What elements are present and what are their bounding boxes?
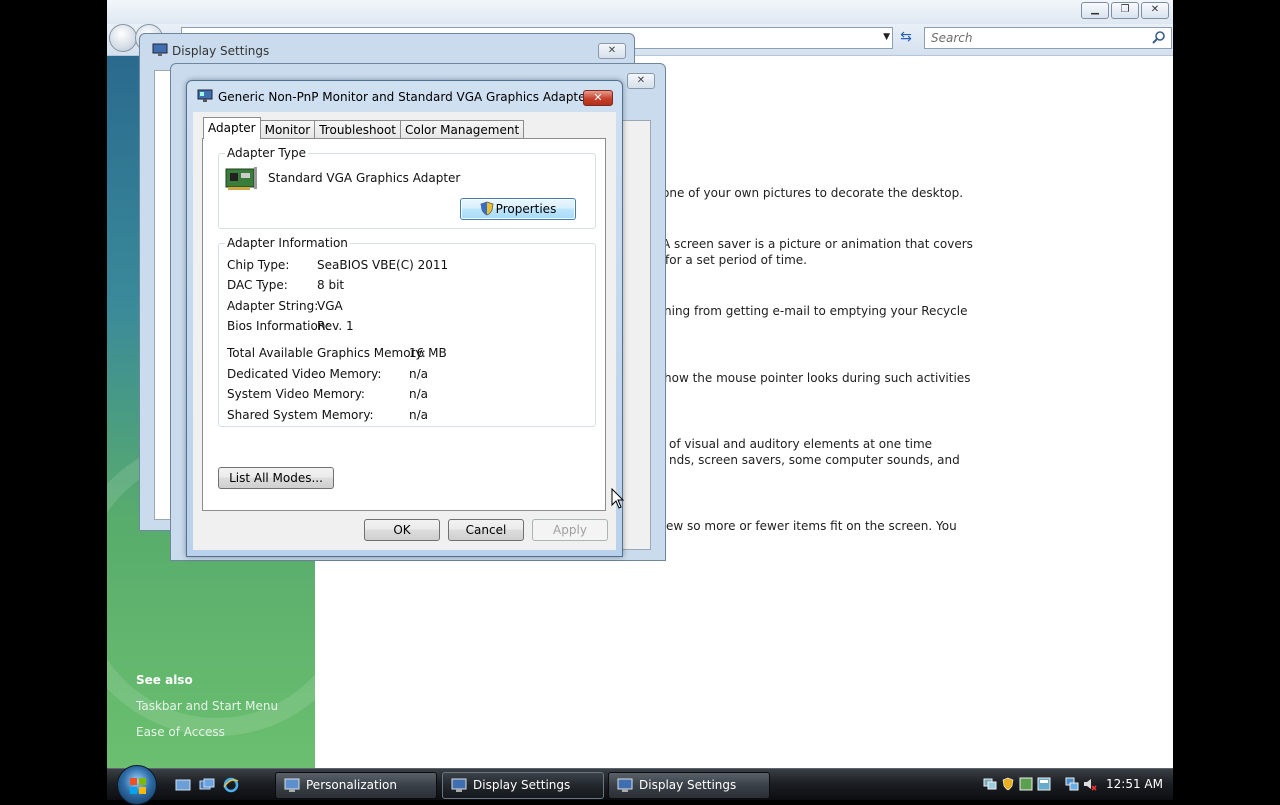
security-shield-icon[interactable] [1001, 777, 1015, 791]
network-connection-icon[interactable] [1065, 777, 1079, 791]
mouse-cursor-icon [611, 488, 625, 509]
close-button[interactable]: ✕ [1141, 2, 1169, 19]
properties-label: Properties [495, 202, 557, 216]
bios-info-value: Rev. 1 [317, 319, 354, 333]
chip-type-label: Chip Type: [227, 258, 290, 272]
apply-button[interactable]: Apply [532, 519, 608, 541]
back-button[interactable] [109, 24, 137, 52]
task-label: Personalization [306, 778, 397, 792]
close-button[interactable]: ✕ [583, 90, 613, 106]
tab-troubleshoot[interactable]: Troubleshoot [314, 120, 401, 139]
adapter-string-label: Adapter String: [227, 299, 319, 313]
updates-icon[interactable] [1019, 777, 1033, 791]
properties-button[interactable]: Properties [460, 198, 576, 220]
show-desktop-icon[interactable] [175, 777, 191, 793]
personalization-icon [284, 778, 300, 792]
adapter-tab-panel: Adapter Type Standard VGA Graphics Adapt… [202, 138, 606, 511]
monitor-icon [451, 778, 467, 792]
adapter-type-group: Adapter Type Standard VGA Graphics Adapt… [218, 146, 596, 229]
search-placeholder: Search [931, 31, 973, 45]
refresh-button[interactable]: ⇆ [895, 27, 917, 49]
dialog-body: Adapter Monitor Troubleshoot Color Manag… [193, 112, 616, 550]
system-tray: 12:51 AM [979, 769, 1173, 801]
switch-windows-icon[interactable] [199, 777, 215, 793]
dedicated-memory-value: n/a [409, 367, 429, 381]
adapter-type-label: Adapter Type [225, 146, 308, 160]
ok-button[interactable]: OK [364, 519, 440, 541]
monitor-icon [152, 43, 168, 56]
dedicated-memory-label: Dedicated Video Memory: [227, 367, 382, 381]
content-line: how the mouse pointer looks during such … [664, 371, 971, 385]
cancel-button[interactable]: Cancel [448, 519, 524, 541]
start-button[interactable] [117, 765, 157, 805]
monitor-icon [197, 89, 213, 102]
network-icon[interactable] [983, 777, 997, 791]
list-all-modes-button[interactable]: List All Modes... [218, 467, 334, 489]
task-label: Display Settings [473, 778, 571, 792]
chevron-down-icon[interactable]: ▼ [883, 32, 890, 42]
system-memory-label: System Video Memory: [227, 387, 365, 401]
tab-adapter[interactable]: Adapter [203, 117, 261, 139]
content-line: of visual and auditory elements at one t… [669, 437, 933, 451]
clock[interactable]: 12:51 AM [1106, 777, 1163, 791]
sidebar-icon[interactable] [1037, 777, 1051, 791]
task-personalization[interactable]: Personalization [275, 772, 437, 799]
maximize-button[interactable]: ❐ [1111, 2, 1139, 19]
windows-logo-icon [130, 778, 146, 794]
minimize-button[interactable]: ▁ [1081, 2, 1109, 19]
adapter-info-label: Adapter Information [225, 236, 350, 250]
adapter-info-group: Adapter Information Chip Type: SeaBIOS V… [218, 236, 596, 427]
content-line: for a set period of time. [665, 253, 807, 267]
search-input[interactable]: Search [924, 27, 1172, 49]
dac-type-label: DAC Type: [227, 278, 288, 292]
internet-explorer-icon[interactable] [223, 777, 239, 793]
close-button[interactable]: ✕ [598, 43, 626, 59]
bios-info-label: Bios Information: [227, 319, 330, 333]
monitor-icon [617, 778, 633, 792]
total-memory-label: Total Available Graphics Memory: [227, 346, 426, 360]
adapter-string-value: VGA [317, 299, 343, 313]
shield-icon [480, 201, 494, 216]
dac-type-value: 8 bit [317, 278, 345, 292]
tab-monitor[interactable]: Monitor [259, 120, 316, 139]
content-line: A screen saver is a picture or animation… [662, 237, 973, 251]
tab-color-management[interactable]: Color Management [400, 120, 525, 139]
shared-memory-label: Shared System Memory: [227, 408, 374, 422]
content-line: ning from getting e-mail to emptying you… [664, 304, 968, 318]
dialog-title: Generic Non-PnP Monitor and Standard VGA… [218, 90, 606, 104]
system-memory-value: n/a [409, 387, 429, 401]
link-ease-of-access[interactable]: Ease of Access [136, 725, 225, 739]
adapter-properties-dialog: Generic Non-PnP Monitor and Standard VGA… [186, 80, 623, 557]
graphics-card-icon [225, 167, 257, 190]
search-icon[interactable] [1151, 30, 1167, 46]
volume-muted-icon[interactable] [1083, 777, 1097, 791]
task-display-settings-2[interactable]: Display Settings [608, 772, 770, 799]
dialog-title: Display Settings [172, 44, 270, 58]
content-line: ew so more or fewer items fit on the scr… [666, 519, 957, 533]
window-controls: ▁ ❐ ✕ [1081, 2, 1169, 19]
content-line: nds, screen savers, some computer sounds… [669, 453, 960, 467]
close-button[interactable]: ✕ [627, 73, 655, 89]
link-taskbar-start-menu[interactable]: Taskbar and Start Menu [136, 699, 278, 713]
chip-type-value: SeaBIOS VBE(C) 2011 [317, 258, 449, 272]
tab-strip: Adapter Monitor Troubleshoot Color Manag… [203, 117, 525, 139]
task-display-settings-1[interactable]: Display Settings [442, 772, 604, 799]
task-label: Display Settings [639, 778, 737, 792]
shared-memory-value: n/a [409, 408, 429, 422]
taskbar: Personalization Display Settings Display… [107, 765, 1173, 805]
adapter-name: Standard VGA Graphics Adapter [268, 171, 461, 185]
content-line: one of your own pictures to decorate the… [662, 186, 964, 200]
total-memory-value: 16 MB [409, 346, 447, 360]
explorer-titlebar: ▁ ❐ ✕ [107, 0, 1173, 26]
see-also-heading: See also [136, 673, 193, 687]
